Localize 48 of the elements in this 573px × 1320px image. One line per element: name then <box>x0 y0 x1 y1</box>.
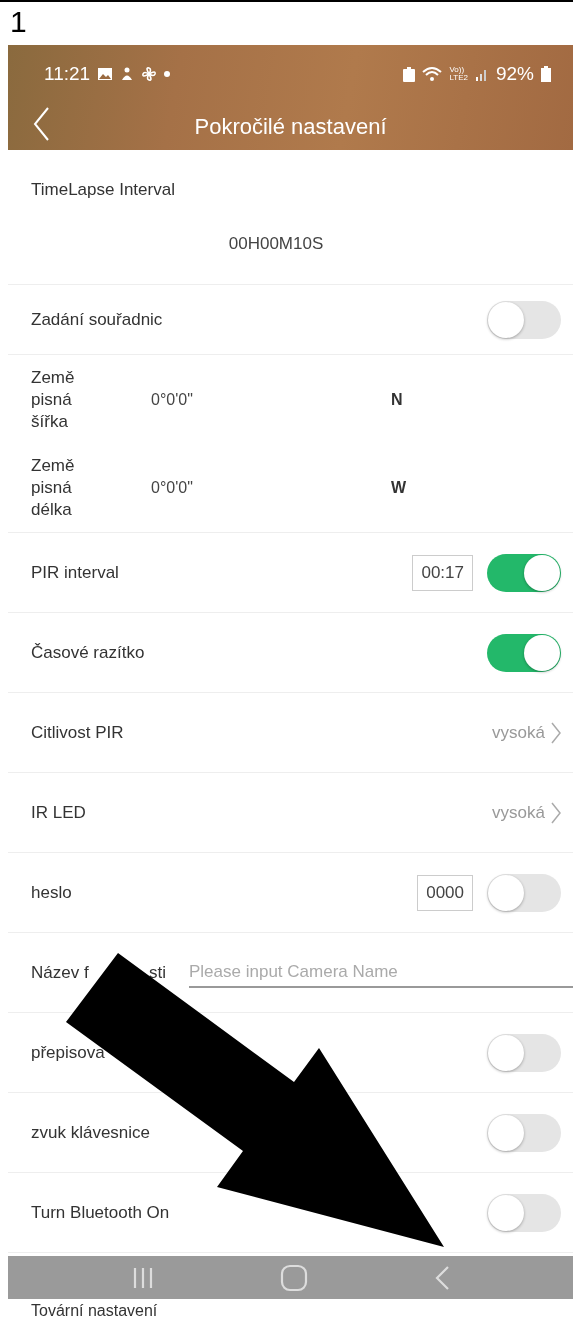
signal-icon <box>474 67 489 81</box>
dot-icon <box>164 71 171 77</box>
chevron-right-icon <box>551 801 561 824</box>
coordinate-value: 0°0'0" <box>151 479 194 497</box>
person-icon <box>120 67 135 81</box>
back-icon[interactable] <box>33 107 49 141</box>
toggle-switch[interactable] <box>487 553 561 592</box>
volte-label: Vo)) <box>449 66 465 74</box>
setting-label-end: sti <box>149 962 167 983</box>
battery-saver-icon <box>403 66 416 82</box>
interval-value[interactable]: 00H00M10S <box>228 234 324 254</box>
back-icon[interactable] <box>434 1264 451 1291</box>
toggle-switch[interactable] <box>487 1033 561 1072</box>
setting-label: Země pisná šířka <box>31 366 76 433</box>
toggle-switch[interactable] <box>487 1113 561 1152</box>
pinwheel-icon <box>141 66 158 82</box>
setting-label: zvuk klávesnice <box>31 1122 151 1143</box>
setting-label: Turn Bluetooth On <box>31 1202 170 1223</box>
toggle-switch[interactable] <box>487 873 561 912</box>
setting-label: Země pisná délka <box>31 455 76 521</box>
battery-icon <box>541 66 551 82</box>
toggle-switch[interactable] <box>487 1193 561 1232</box>
toggle-switch[interactable] <box>487 633 561 672</box>
setting-label: IR LED <box>31 802 86 823</box>
setting-label: Zadání souřadnic <box>31 309 163 330</box>
battery-percent: 92% <box>495 63 534 85</box>
value-field[interactable]: 00:17 <box>412 554 473 591</box>
direction-label[interactable]: W <box>391 479 407 497</box>
screen-title: Pokročilé nastavení <box>194 113 387 140</box>
chevron-right-icon <box>551 721 561 744</box>
home-icon[interactable] <box>280 1263 309 1292</box>
setting-label: přepisova <box>31 1042 105 1063</box>
setting-label: Název f <box>31 962 90 983</box>
value-field[interactable]: 0000 <box>417 874 473 911</box>
setting-label: PIR interval <box>31 562 119 583</box>
lte-label: LTE2 <box>449 74 468 82</box>
direction-label[interactable]: N <box>391 390 403 409</box>
setting-label: heslo <box>31 882 72 903</box>
toggle-switch[interactable] <box>487 300 561 339</box>
wifi-icon <box>422 66 443 82</box>
coordinate-value: 0°0'0" <box>151 390 194 409</box>
setting-label: Citlivost PIR <box>31 722 124 743</box>
image-icon <box>97 67 114 81</box>
setting-label: Časové razítko <box>31 642 145 663</box>
setting-label: Tovární nastavení <box>31 1302 158 1319</box>
setting-label: TimeLapse Interval <box>31 180 175 200</box>
figure-label: 1 <box>9 4 28 40</box>
status-time: 11:21 <box>44 63 91 85</box>
